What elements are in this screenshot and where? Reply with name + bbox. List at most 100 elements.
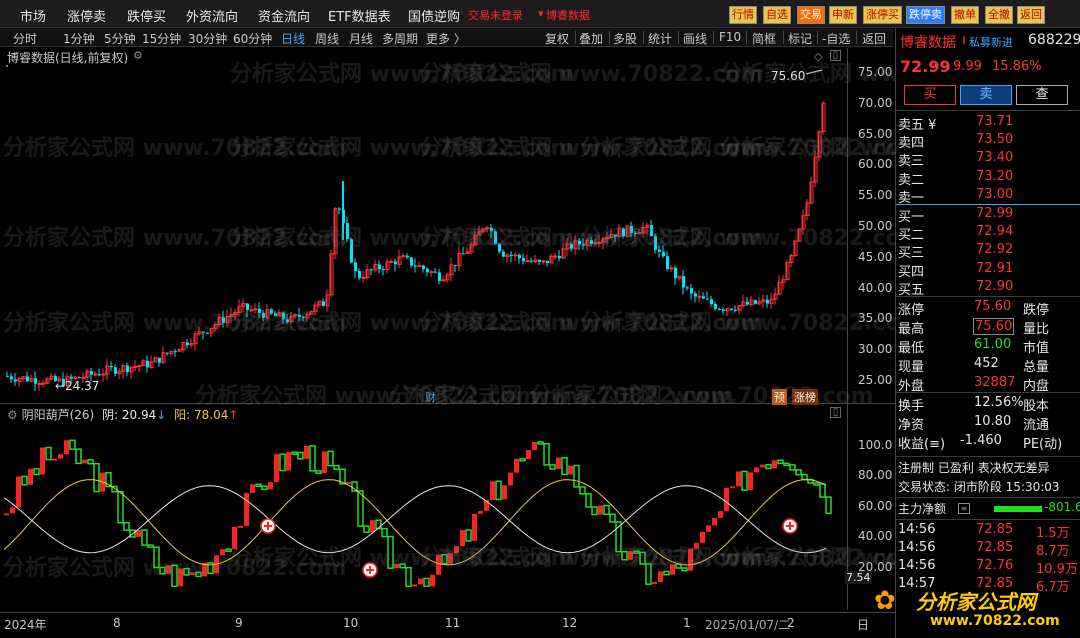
btn-trade[interactable]: 交易 (797, 6, 825, 24)
stat-row: 涨停 75.60 跌停 (896, 299, 1080, 318)
book-row[interactable]: 卖三 73.40 (896, 150, 1080, 169)
tool-frame[interactable]: 简框 (752, 30, 776, 47)
stock-code: 688229 (1028, 32, 1080, 48)
settings-icon[interactable]: ⚙ (7, 408, 18, 422)
yang-bar (736, 471, 741, 487)
book-row[interactable]: 买一 72.99 (896, 206, 1080, 225)
stat-label: 最高 (898, 322, 925, 337)
menu-repo[interactable]: 国债逆购 (408, 6, 460, 25)
yin-bar (159, 566, 166, 575)
tool-back[interactable]: 返回 (862, 30, 886, 47)
query-button[interactable]: 查 (1016, 85, 1068, 105)
stat-label-2: 股本 (1023, 399, 1050, 414)
finance-marker[interactable]: 财 (425, 389, 436, 405)
btn-cancel-all[interactable]: 全撤 (985, 6, 1013, 24)
book-row[interactable]: 买三 72.92 (896, 242, 1080, 262)
buy-button[interactable]: 买 (904, 85, 956, 105)
login-alert[interactable]: 交易未登录 (468, 7, 523, 23)
period-tick[interactable]: 分时 (13, 30, 37, 47)
tool-f10[interactable]: F10 (719, 30, 741, 44)
book-row[interactable]: 卖四 73.50 (896, 132, 1080, 151)
stat-row: 现量 452 总量 (896, 356, 1080, 375)
btn-back[interactable]: 返回 (1017, 6, 1045, 24)
book-label: 买三 (898, 246, 925, 262)
book-row[interactable]: 买二 72.94 (896, 224, 1080, 244)
tool-mark[interactable]: 标记 (788, 30, 812, 47)
period-1m[interactable]: 1分钟 (63, 30, 95, 47)
btn-quote[interactable]: 行情 (729, 6, 757, 24)
stat-label-2: 量比 (1023, 322, 1050, 337)
book-row[interactable]: 买四 72.91 (896, 261, 1080, 280)
period-60m[interactable]: 60分钟 (233, 30, 272, 47)
book-price: 73.00 (976, 186, 1014, 202)
yin-bar (405, 566, 412, 588)
yang-bar (712, 517, 717, 526)
trade-state: 交易状态: 闭市阶段 15:30:03 (898, 480, 1060, 494)
indicator-chart[interactable] (0, 422, 847, 612)
period-30m[interactable]: 30分钟 (188, 30, 227, 47)
tool-draw[interactable]: 画线 (683, 30, 707, 47)
menu-limit-up-sell[interactable]: 涨停卖 (67, 6, 106, 25)
candle-body (630, 225, 633, 233)
divider (896, 392, 1080, 393)
candle-body (350, 239, 353, 263)
tool-multi-stock[interactable]: 多股 (613, 30, 637, 47)
menu-fund-flow[interactable]: 资金流向 (258, 6, 310, 25)
tool-overlay[interactable]: 叠加 (579, 30, 603, 47)
period-15m[interactable]: 15分钟 (142, 30, 181, 47)
tool-remove-watch[interactable]: -自选 (822, 30, 850, 47)
yin-bar (585, 493, 592, 508)
tool-adjust[interactable]: 复权 (545, 30, 569, 47)
btn-watchlist[interactable]: 自选 (763, 6, 791, 24)
trade-state-row: 交易状态: 闭市阶段 15:30:03 (896, 478, 1080, 496)
menu-foreign-flow[interactable]: 外资流向 (186, 6, 238, 25)
period-weekly[interactable]: 周线 (315, 30, 339, 47)
yin-bar (195, 571, 202, 578)
menu-etf-table[interactable]: ETF数据表 (328, 6, 391, 25)
btn-limit-up-buy[interactable]: 涨停买 (863, 6, 902, 24)
yin-bar (639, 551, 646, 565)
menu-limit-down-buy[interactable]: 跌停买 (127, 6, 166, 25)
btn-new-ipo[interactable]: 申新 (829, 6, 857, 24)
period-multi[interactable]: 多周期 (382, 30, 418, 47)
candle-body (429, 271, 434, 274)
book-label: 买四 (898, 264, 925, 280)
period-5m[interactable]: 5分钟 (104, 30, 136, 47)
book-label: 买二 (898, 228, 925, 244)
candle-body (674, 267, 677, 279)
stat-label: 换手 (898, 399, 925, 414)
period-more[interactable]: 更多 〉 (426, 30, 466, 47)
period-daily[interactable]: 日线 (281, 30, 305, 47)
yin-bar (45, 446, 52, 461)
candle-body (510, 254, 513, 256)
book-row[interactable]: 卖二 73.20 (896, 169, 1080, 188)
main-net-label: 主力净额 (898, 502, 947, 516)
book-row[interactable]: 卖五 ¥ 73.71 (896, 114, 1080, 133)
sell-button[interactable]: 卖 (960, 85, 1012, 105)
book-row[interactable]: 买五 72.90 (896, 279, 1080, 298)
candle-body (722, 309, 725, 311)
yang-bar (274, 454, 279, 483)
candlestick-chart[interactable] (0, 48, 847, 403)
yang-bar (478, 510, 483, 514)
tool-stats[interactable]: 统计 (648, 30, 672, 47)
yang-bar (238, 525, 243, 528)
yang-bar (412, 584, 417, 587)
collapse-icon[interactable]: ▯ (830, 407, 841, 418)
list-icon[interactable]: ≡ (958, 503, 970, 514)
period-monthly[interactable]: 月线 (349, 30, 373, 47)
candle-body (734, 309, 737, 311)
candle-body (666, 256, 669, 270)
yang-bar (40, 447, 45, 475)
btn-cancel-order[interactable]: 撤单 (951, 6, 979, 24)
forecast-marker[interactable]: 预 (772, 389, 787, 405)
toolbar-divider (783, 31, 784, 44)
book-row[interactable]: 卖一 73.00 (896, 186, 1080, 206)
tick-volume: 8.7万 (1036, 544, 1070, 559)
btn-limit-down-sell[interactable]: 跌停卖 (906, 6, 945, 24)
limit-up-list-marker[interactable]: 涨榜 (792, 389, 818, 405)
dropdown-arrow-icon[interactable]: ▾ (538, 7, 544, 20)
menu-market[interactable]: 市场 (20, 6, 46, 25)
candle-body (634, 232, 637, 234)
yin-bar (549, 464, 556, 470)
